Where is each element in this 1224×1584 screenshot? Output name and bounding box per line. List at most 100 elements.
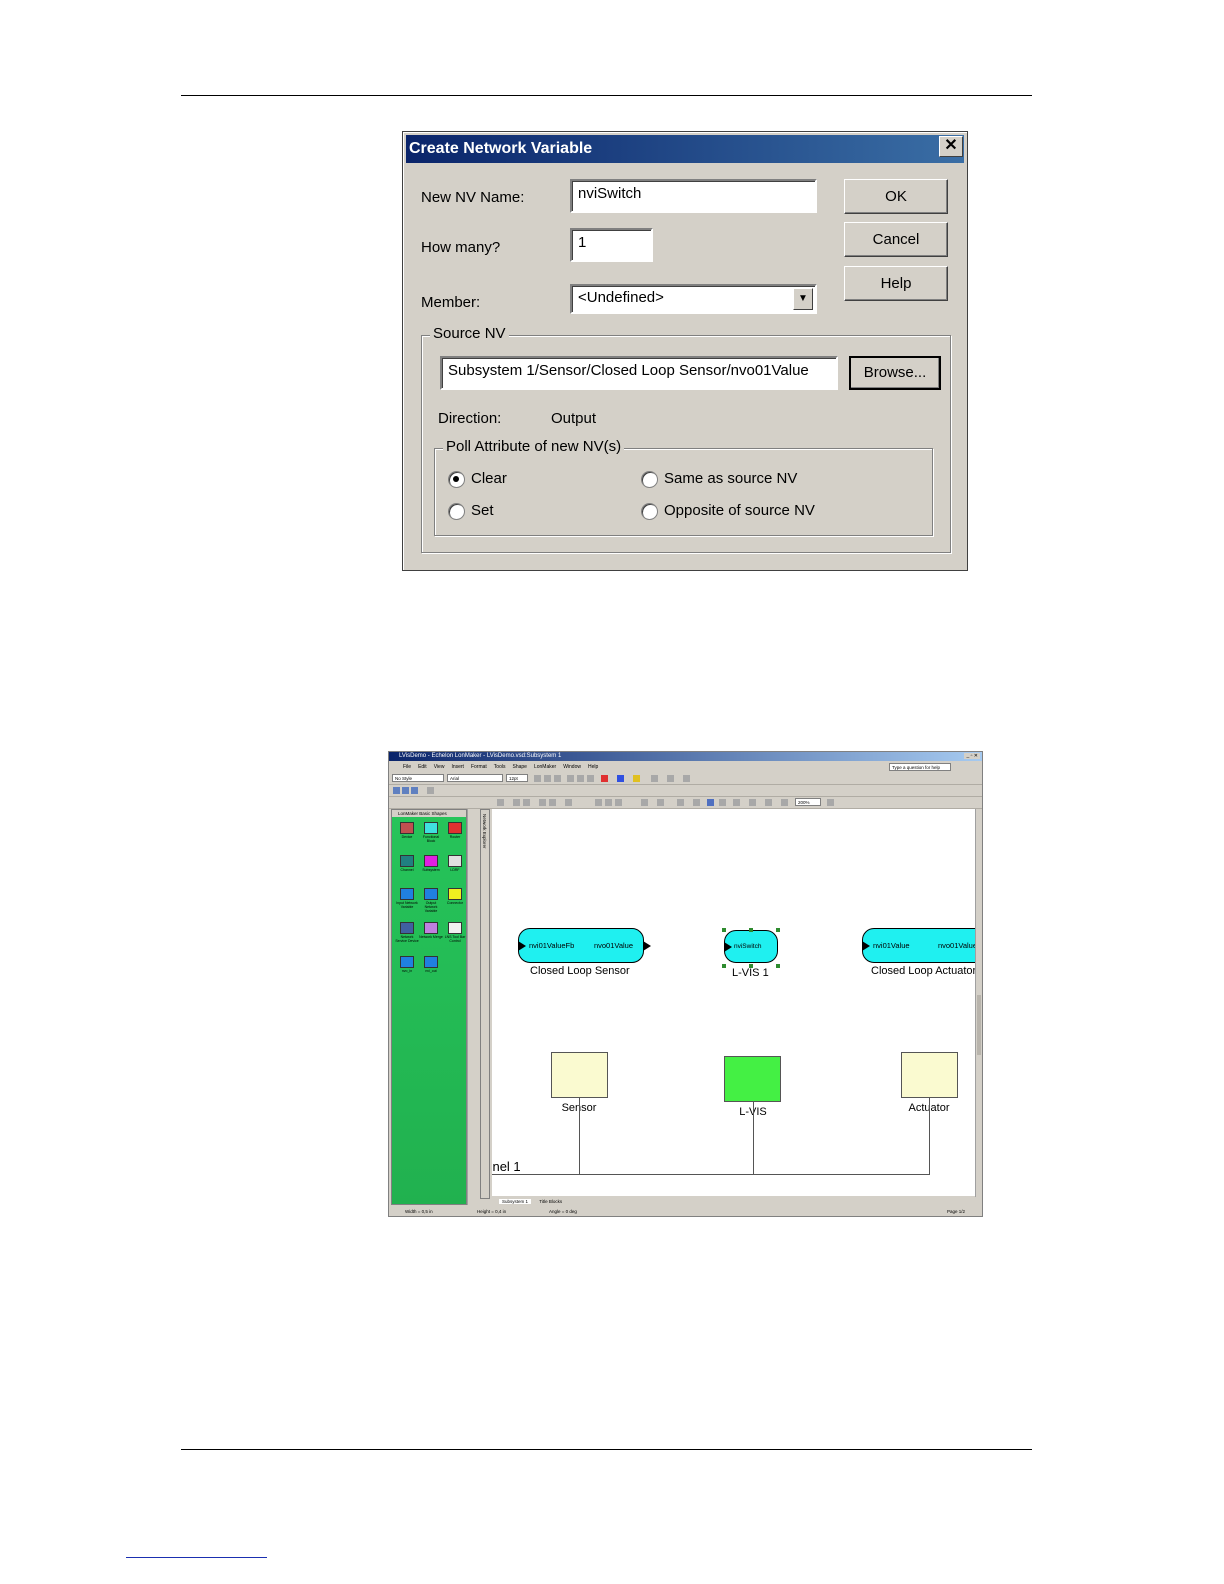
line-tool-icon[interactable]	[765, 799, 772, 806]
print-icon[interactable]	[539, 799, 546, 806]
nv-name-input[interactable]: nviSwitch	[570, 179, 817, 213]
service-device-shape-icon[interactable]	[400, 922, 414, 934]
selection-handle[interactable]	[722, 928, 726, 932]
stencil-scrollbar[interactable]	[467, 809, 475, 1205]
scroll-thumb[interactable]	[977, 995, 981, 1055]
radio-opposite-of-source[interactable]	[641, 503, 658, 520]
cancel-button[interactable]: Cancel	[844, 222, 948, 257]
input-arrow-icon	[724, 942, 732, 952]
stencil-icon[interactable]	[677, 799, 684, 806]
functional-block-closed-loop-actuator[interactable]: nvi01Value nvo01Value	[862, 928, 977, 963]
open-icon[interactable]	[513, 799, 520, 806]
source-nv-input[interactable]: Subsystem 1/Sensor/Closed Loop Sensor/nv…	[440, 356, 838, 390]
selection-handle[interactable]	[776, 964, 780, 968]
line-ends-icon[interactable]	[683, 775, 690, 782]
menu-insert[interactable]: Insert	[451, 764, 464, 770]
menu-window[interactable]: Window	[563, 764, 581, 770]
nvo-in-shape-icon[interactable]	[400, 956, 414, 968]
copy-icon[interactable]	[605, 799, 612, 806]
selection-handle[interactable]	[776, 928, 780, 932]
functional-block-l-vis-1[interactable]: nviSwitch	[724, 930, 778, 963]
drawing-canvas[interactable]: nvi01ValueFb nvo01Value Closed Loop Sens…	[492, 809, 977, 1196]
pointer-icon[interactable]	[707, 799, 714, 806]
close-icon[interactable]: ✕	[939, 136, 963, 157]
menu-file[interactable]: File	[403, 764, 411, 770]
lns-toolbar-shape-icon[interactable]	[448, 922, 462, 934]
help-question-input[interactable]: Type a question for help	[889, 763, 951, 771]
menu-view[interactable]: View	[434, 764, 445, 770]
menu-format[interactable]: Format	[471, 764, 487, 770]
underline-icon[interactable]	[554, 775, 561, 782]
help-icon[interactable]	[827, 799, 834, 806]
align-left-icon[interactable]	[567, 775, 574, 782]
device-actuator[interactable]	[901, 1052, 958, 1098]
line-pattern-icon[interactable]	[667, 775, 674, 782]
window-controls[interactable]: _ ▫ ✕	[964, 753, 980, 759]
lonmaker-tool-icon[interactable]	[411, 787, 418, 794]
functional-block-closed-loop-sensor[interactable]: nvi01ValueFb nvo01Value	[518, 928, 651, 963]
lonmaker-tool-icon[interactable]	[427, 787, 434, 794]
tab-subsystem-1[interactable]: Subsystem 1	[499, 1199, 532, 1204]
how-many-input[interactable]: 1	[570, 228, 653, 262]
italic-icon[interactable]	[544, 775, 551, 782]
style-select[interactable]: No Style	[392, 774, 444, 782]
radio-set[interactable]	[448, 503, 465, 520]
canvas-vertical-scrollbar[interactable]	[975, 809, 982, 1197]
zoom-select[interactable]: 200%	[795, 798, 821, 806]
menu-edit[interactable]: Edit	[418, 764, 427, 770]
save-icon[interactable]	[523, 799, 530, 806]
preview-icon[interactable]	[549, 799, 556, 806]
device-l-vis[interactable]	[724, 1056, 781, 1102]
channel-shape-icon[interactable]	[400, 855, 414, 867]
cut-icon[interactable]	[595, 799, 602, 806]
selection-handle[interactable]	[722, 964, 726, 968]
menu-tools[interactable]: Tools	[494, 764, 506, 770]
fill-color-icon[interactable]	[633, 775, 640, 782]
menu-help[interactable]: Help	[588, 764, 598, 770]
ok-button[interactable]: OK	[844, 179, 948, 214]
chevron-down-icon[interactable]: ▼	[793, 288, 813, 310]
line-weight-icon[interactable]	[651, 775, 658, 782]
device-sensor[interactable]	[551, 1052, 608, 1098]
footer-link-underline	[126, 1557, 267, 1558]
menu-lonmaker[interactable]: LonMaker	[534, 764, 556, 770]
radio-clear[interactable]	[448, 471, 465, 488]
connector-tool-icon[interactable]	[719, 799, 726, 806]
member-select[interactable]: <Undefined> ▼	[570, 284, 817, 314]
spelling-icon[interactable]	[565, 799, 572, 806]
network-explorer-tab[interactable]: Network Explorer	[480, 809, 490, 1199]
align-right-icon[interactable]	[587, 775, 594, 782]
align-center-icon[interactable]	[577, 775, 584, 782]
radio-same-as-source[interactable]	[641, 471, 658, 488]
functional-block-shape-icon[interactable]	[424, 822, 438, 834]
output-nv-shape-icon[interactable]	[424, 888, 438, 900]
lonmaker-tool-icon[interactable]	[393, 787, 400, 794]
bold-icon[interactable]	[534, 775, 541, 782]
font-color-icon[interactable]	[601, 775, 608, 782]
new-icon[interactable]	[497, 799, 504, 806]
input-nv-shape-icon[interactable]	[400, 888, 414, 900]
selection-handle[interactable]	[749, 928, 753, 932]
tab-title-blocks[interactable]: Title Blocks	[536, 1199, 565, 1204]
ldrf-shape-icon[interactable]	[448, 855, 462, 867]
lonmaker-tool-icon[interactable]	[402, 787, 409, 794]
text-tool-icon[interactable]	[733, 799, 740, 806]
nvi-out-shape-icon[interactable]	[424, 956, 438, 968]
redo-icon[interactable]	[657, 799, 664, 806]
network-merge-shape-icon[interactable]	[424, 922, 438, 934]
router-shape-icon[interactable]	[448, 822, 462, 834]
browse-button[interactable]: Browse...	[849, 356, 941, 390]
font-select[interactable]: Arial	[447, 774, 503, 782]
rectangle-icon[interactable]	[749, 799, 756, 806]
font-size-select[interactable]: 12pt	[506, 774, 528, 782]
paste-icon[interactable]	[615, 799, 622, 806]
subsystem-shape-icon[interactable]	[424, 855, 438, 867]
connector-shape-icon[interactable]	[448, 888, 462, 900]
rotate-icon[interactable]	[781, 799, 788, 806]
undo-icon[interactable]	[641, 799, 648, 806]
menu-shape[interactable]: Shape	[512, 764, 526, 770]
connector-icon[interactable]	[693, 799, 700, 806]
line-color-icon[interactable]	[617, 775, 624, 782]
device-shape-icon[interactable]	[400, 822, 414, 834]
help-button[interactable]: Help	[844, 266, 948, 301]
